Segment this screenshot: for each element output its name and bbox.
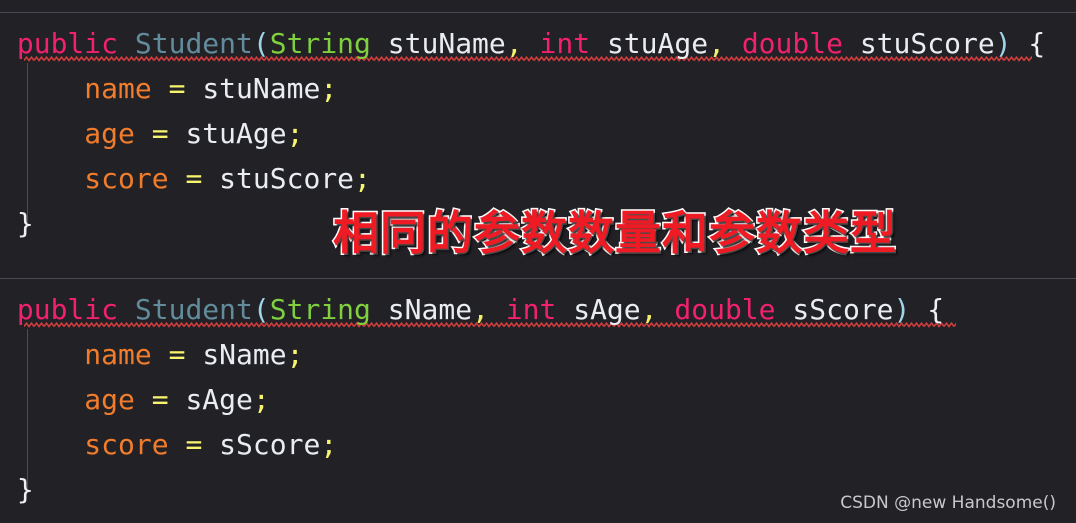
token-field-age: age	[84, 117, 135, 150]
token-operator-assign: =	[151, 383, 169, 416]
token-param-stuscore: stuScore	[859, 27, 995, 60]
token-type-student: Student	[134, 27, 253, 60]
code-screenshot: public Student(String stuName, int stuAg…	[0, 0, 1076, 523]
token-param-sscore: sScore	[219, 428, 321, 461]
code-line-signature[interactable]: public Student(String sName, int sAge, d…	[0, 287, 1076, 332]
token-param-stuname: stuName	[387, 27, 506, 60]
code-line-assign-score[interactable]: score = stuScore;	[0, 156, 1076, 201]
code-line-assign-score[interactable]: score = sScore;	[0, 422, 1076, 467]
token-keyword-double: double	[741, 27, 843, 60]
token-param-stuname: stuName	[202, 72, 321, 105]
token-type-student: Student	[134, 293, 253, 326]
token-keyword-int: int	[539, 27, 591, 60]
token-operator-assign: =	[185, 428, 203, 461]
code-line-assign-name[interactable]: name = stuName;	[0, 66, 1076, 111]
token-brace-open: {	[927, 293, 945, 326]
token-field-score: score	[84, 162, 169, 195]
token-semicolon: ;	[286, 338, 304, 371]
token-field-name: name	[84, 338, 152, 371]
annotation-text: 相同的参数数量和参数类型	[332, 205, 898, 262]
token-semicolon: ;	[320, 72, 338, 105]
token-param-sage: sAge	[185, 383, 253, 416]
token-operator-assign: =	[185, 162, 203, 195]
token-paren-close: )	[994, 27, 1012, 60]
code-line-assign-age[interactable]: age = stuAge;	[0, 111, 1076, 156]
token-brace-open: {	[1028, 27, 1046, 60]
token-param-stuage: stuAge	[606, 27, 709, 60]
token-field-score: score	[84, 428, 169, 461]
token-semicolon: ;	[354, 162, 371, 195]
token-paren-open: (	[252, 27, 270, 60]
token-keyword-double: double	[674, 293, 776, 326]
csdn-watermark: CSDN @new Handsome()	[840, 493, 1056, 513]
token-keyword-int: int	[505, 293, 557, 326]
token-semicolon: ;	[320, 428, 338, 461]
token-comma: ,	[708, 27, 725, 60]
code-line-signature[interactable]: public Student(String stuName, int stuAg…	[0, 21, 1076, 66]
token-class-string: String	[269, 293, 371, 326]
token-param-stuage: stuAge	[185, 117, 287, 150]
token-comma: ,	[640, 293, 658, 326]
token-keyword-public: public	[16, 27, 119, 60]
code-line-assign-age[interactable]: age = sAge;	[0, 377, 1076, 422]
token-keyword-public: public	[16, 293, 119, 326]
token-brace-close: }	[16, 473, 34, 506]
token-param-sscore: sScore	[792, 293, 894, 326]
token-brace-close: }	[16, 207, 34, 240]
token-param-sage: sAge	[573, 293, 641, 326]
token-operator-assign: =	[168, 338, 186, 371]
token-semicolon: ;	[286, 117, 304, 150]
token-class-string: String	[269, 27, 371, 60]
code-block-constructor-s[interactable]: public Student(String sName, int sAge, d…	[0, 279, 1076, 523]
token-paren-open: (	[252, 293, 270, 326]
token-comma: ,	[505, 27, 523, 60]
token-comma: ,	[472, 293, 489, 326]
token-paren-close: )	[893, 293, 911, 326]
token-operator-assign: =	[168, 72, 186, 105]
token-param-sname: sName	[387, 293, 473, 326]
token-param-sname: sName	[202, 338, 287, 371]
token-param-stuscore: stuScore	[219, 162, 355, 195]
token-field-name: name	[84, 72, 152, 105]
token-field-age: age	[84, 383, 135, 416]
code-line-assign-name[interactable]: name = sName;	[0, 332, 1076, 377]
token-semicolon: ;	[252, 383, 270, 416]
token-operator-assign: =	[151, 117, 169, 150]
